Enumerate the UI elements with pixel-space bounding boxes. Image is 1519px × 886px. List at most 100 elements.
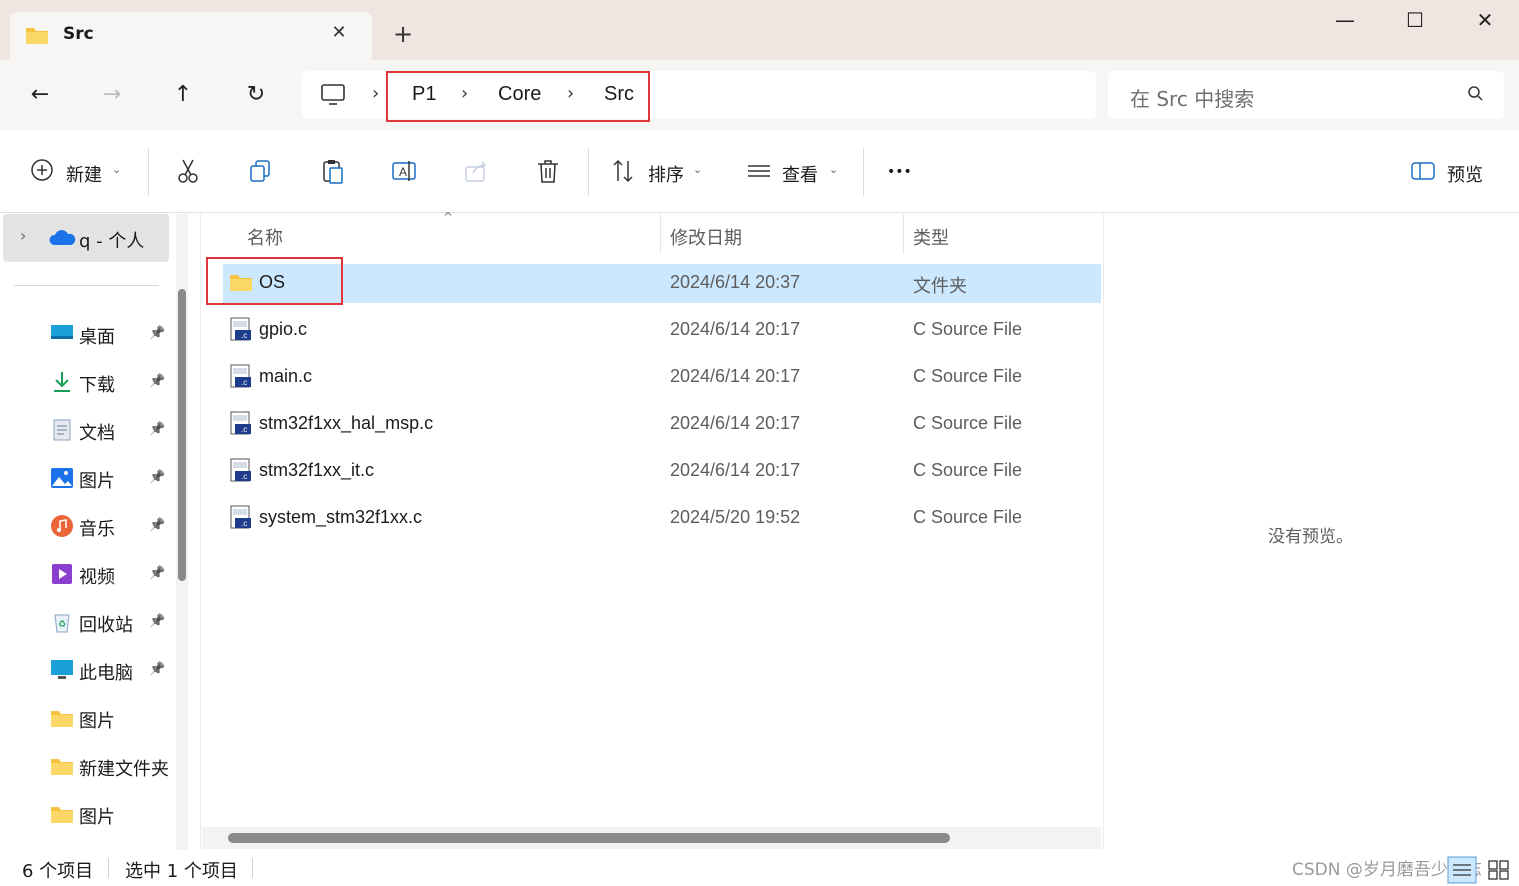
download-icon xyxy=(54,372,70,392)
search-icon[interactable] xyxy=(1466,84,1486,104)
maximize-button[interactable]: ☐ xyxy=(1400,8,1430,36)
svg-text:.c: .c xyxy=(241,472,247,481)
video-icon xyxy=(52,564,72,584)
breadcrumb-src[interactable]: Src xyxy=(604,83,634,106)
column-divider[interactable] xyxy=(903,214,904,254)
search-input[interactable]: 在 Src 中搜索 xyxy=(1130,83,1254,112)
back-button[interactable]: ← xyxy=(25,80,55,110)
up-button[interactable]: ↑ xyxy=(168,80,198,110)
toolbar-divider xyxy=(148,148,149,196)
computer-icon[interactable] xyxy=(320,83,346,107)
forward-button[interactable]: → xyxy=(97,80,127,110)
view-icon[interactable] xyxy=(746,158,774,186)
horizontal-scrollbar-thumb[interactable] xyxy=(228,833,950,843)
chevron-right-icon[interactable]: › xyxy=(372,83,379,104)
pin-icon[interactable]: 📌 xyxy=(149,518,165,533)
column-divider[interactable] xyxy=(660,214,661,254)
sidebar-item-label: 音乐 xyxy=(79,519,115,540)
more-options-button[interactable]: ••• xyxy=(887,164,912,180)
selection-count: 选中 1 个项目 xyxy=(125,861,238,882)
sidebar-divider xyxy=(14,285,159,286)
file-name: stm32f1xx_hal_msp.c xyxy=(259,413,434,433)
chevron-down-icon[interactable]: ⌄ xyxy=(829,163,838,176)
pin-icon[interactable]: 📌 xyxy=(149,566,165,581)
chevron-right-icon[interactable]: › xyxy=(20,226,26,245)
delete-icon[interactable] xyxy=(535,158,563,186)
sort-icon[interactable] xyxy=(611,158,639,186)
file-date: 2024/5/20 19:52 xyxy=(670,507,801,527)
copy-icon[interactable] xyxy=(248,158,276,186)
sidebar-item-label: 回收站 xyxy=(79,615,133,636)
preview-pane-icon[interactable] xyxy=(1410,158,1438,186)
svg-text:.c: .c xyxy=(241,378,247,387)
sidebar-item-label: 桌面 xyxy=(79,327,115,348)
thumbnails-view-icon[interactable] xyxy=(1486,858,1512,882)
close-window-button[interactable]: ✕ xyxy=(1470,8,1500,36)
file-name: gpio.c xyxy=(259,319,308,339)
c-file-icon: .c xyxy=(230,364,251,388)
preview-button[interactable]: 预览 xyxy=(1447,161,1483,187)
pin-icon[interactable]: 📌 xyxy=(149,470,165,485)
sidebar-item-label: 图片 xyxy=(79,471,115,492)
minimize-button[interactable]: — xyxy=(1330,8,1360,36)
sidebar-scrollbar-thumb[interactable] xyxy=(178,289,186,581)
computer-icon xyxy=(51,660,73,679)
file-date: 2024/6/14 20:17 xyxy=(670,460,801,480)
share-icon[interactable] xyxy=(463,158,491,186)
tab-close-button[interactable]: ✕ xyxy=(328,22,350,43)
new-button[interactable]: 新建 xyxy=(66,161,102,187)
breadcrumb-core[interactable]: Core xyxy=(498,83,541,106)
column-header-name[interactable]: 名称 xyxy=(247,224,283,250)
pin-icon[interactable]: 📌 xyxy=(149,374,165,389)
file-name: system_stm32f1xx.c xyxy=(259,507,423,527)
folder-icon xyxy=(51,759,73,775)
pin-icon[interactable]: 📌 xyxy=(149,326,165,341)
c-file-icon: .c xyxy=(230,505,251,529)
sidebar-item-label: 此电脑 xyxy=(79,663,133,684)
pin-icon[interactable]: 📌 xyxy=(149,422,165,437)
file-name: main.c xyxy=(259,366,313,386)
chevron-right-icon[interactable]: › xyxy=(567,83,574,104)
svg-text:A: A xyxy=(399,165,407,179)
document-icon xyxy=(53,419,71,441)
file-name: stm32f1xx_it.c xyxy=(259,460,375,480)
pictures-icon xyxy=(51,468,73,488)
no-preview-text: 没有预览。 xyxy=(1268,527,1353,547)
svg-text:.c: .c xyxy=(241,425,247,434)
file-type: C Source File xyxy=(913,460,1023,480)
file-date: 2024/6/14 20:17 xyxy=(670,366,801,386)
music-icon xyxy=(51,515,73,537)
column-header-type[interactable]: 类型 xyxy=(913,224,949,250)
folder-icon xyxy=(26,28,48,44)
file-date: 2024/6/14 20:17 xyxy=(670,319,801,339)
rename-icon[interactable]: A xyxy=(391,158,419,186)
sidebar-item-label: 视频 xyxy=(79,567,115,588)
chevron-right-icon[interactable]: › xyxy=(461,83,468,104)
file-row[interactable] xyxy=(223,265,1101,303)
status-divider xyxy=(108,858,109,878)
column-header-date[interactable]: 修改日期 xyxy=(670,224,742,250)
pin-icon[interactable]: 📌 xyxy=(149,662,165,677)
breadcrumb-p1[interactable]: P1 xyxy=(412,83,436,106)
cloud-icon xyxy=(49,230,76,245)
refresh-button[interactable]: ↻ xyxy=(241,80,271,110)
plus-circle-icon[interactable] xyxy=(30,158,58,186)
file-type: 文件夹 xyxy=(913,276,967,296)
chevron-down-icon[interactable]: ⌄ xyxy=(112,163,121,176)
toolbar-divider xyxy=(863,148,864,196)
paste-icon[interactable] xyxy=(320,158,348,186)
chevron-down-icon[interactable]: ⌄ xyxy=(693,163,702,176)
status-divider xyxy=(252,858,253,878)
sidebar-item-label: 图片 xyxy=(79,807,115,828)
pin-icon[interactable]: 📌 xyxy=(149,614,165,629)
sidebar-item-label: 下载 xyxy=(79,375,115,396)
cut-icon[interactable] xyxy=(176,158,204,186)
sidebar-root-label: q - 个人 xyxy=(79,231,145,252)
sort-button[interactable]: 排序 xyxy=(648,161,684,187)
item-count: 6 个项目 xyxy=(22,861,94,882)
new-tab-button[interactable]: + xyxy=(393,20,413,48)
details-view-icon[interactable] xyxy=(1447,856,1477,884)
sidebar-item-label: 新建文件夹 xyxy=(79,759,169,780)
toolbar-divider xyxy=(588,148,589,196)
view-button[interactable]: 查看 xyxy=(782,161,818,187)
